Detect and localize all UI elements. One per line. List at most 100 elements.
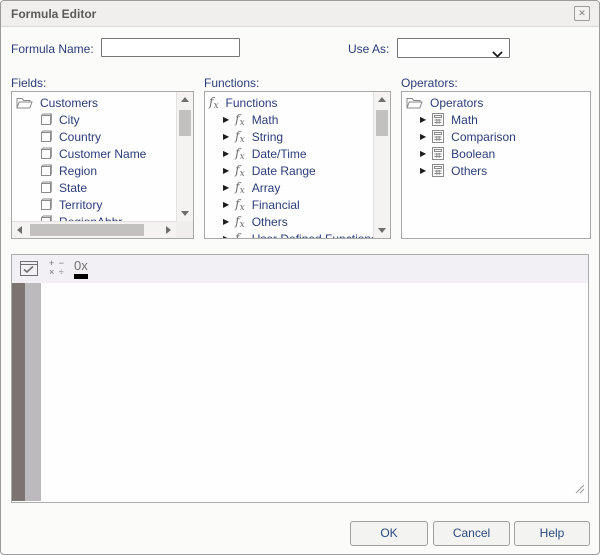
formula-input[interactable] (41, 283, 588, 502)
expand-arrow-icon[interactable]: ▶ (223, 149, 229, 158)
functions-tree-item[interactable]: ▶ fx User Defined Functions (209, 230, 373, 239)
fx-icon: fx (235, 128, 245, 145)
scroll-up-icon[interactable] (181, 97, 189, 102)
scrollbar-thumb[interactable] (30, 224, 144, 236)
fields-panel-label: Fields: (11, 76, 47, 90)
operators-tree-item[interactable]: ▶ Boolean (406, 145, 590, 162)
formula-name-label: Formula Name: (11, 42, 94, 56)
fx-icon: fx (209, 94, 219, 111)
expand-arrow-icon[interactable]: ▶ (420, 132, 426, 141)
fields-tree-item[interactable]: Region (16, 162, 176, 179)
expand-arrow-icon[interactable]: ▶ (223, 183, 229, 192)
dialog-title: Formula Editor (11, 7, 97, 21)
expand-arrow-icon[interactable]: ▶ (420, 115, 426, 124)
scroll-down-icon[interactable] (378, 228, 386, 233)
operators-tree-item[interactable]: ▶ Others (406, 162, 590, 179)
fields-tree-item[interactable]: Territory (16, 196, 176, 213)
scroll-left-icon[interactable] (17, 226, 22, 234)
functions-tree-root[interactable]: fx Functions (209, 94, 373, 111)
tree-root-label: Functions (225, 95, 278, 110)
functions-tree-item[interactable]: ▶ fx Array (209, 179, 373, 196)
fx-icon: fx (235, 145, 245, 162)
expand-arrow-icon[interactable]: ▶ (223, 234, 229, 238)
editor-toolbar: + − × ÷ 0x (12, 255, 588, 283)
fields-tree: Customers City Country Customer Name Reg… (12, 92, 176, 221)
fields-tree-item[interactable]: Customer Name (16, 145, 176, 162)
operators-tree: Operators ▶ Math ▶ Comparison ▶ Boolean … (402, 92, 590, 238)
hex-label: 0x (74, 258, 88, 273)
fx-icon: fx (235, 179, 245, 196)
tree-item-label: Comparison (451, 129, 516, 144)
operators-tree-item[interactable]: ▶ Comparison (406, 128, 590, 145)
tree-item-label: Math (251, 112, 279, 127)
scroll-up-icon[interactable] (378, 97, 386, 102)
scroll-down-icon[interactable] (181, 211, 189, 216)
expand-arrow-icon[interactable]: ▶ (223, 132, 229, 141)
tree-item-label: Others (451, 163, 488, 178)
operators-tree-item[interactable]: ▶ Math (406, 111, 590, 128)
tree-item-label: State (59, 180, 88, 195)
resize-handle-icon[interactable] (575, 481, 585, 499)
fields-horizontal-scrollbar[interactable] (12, 221, 176, 238)
use-as-select[interactable] (397, 38, 510, 58)
expand-arrow-icon[interactable]: ▶ (420, 149, 426, 158)
expand-arrow-icon[interactable]: ▶ (420, 166, 426, 175)
titlebar: Formula Editor ✕ (1, 1, 599, 27)
functions-vertical-scrollbar[interactable] (373, 92, 390, 238)
editor-body (12, 283, 588, 502)
tree-item-label: Customer Name (59, 146, 147, 161)
scrollbar-thumb[interactable] (376, 110, 388, 136)
math-operators-icon[interactable]: + − × ÷ (49, 259, 65, 277)
functions-tree-item[interactable]: ▶ fx Math (209, 111, 373, 128)
chevron-down-icon (492, 45, 503, 63)
open-folder-icon (406, 96, 423, 110)
field-column-icon (40, 147, 52, 160)
calculator-icon (432, 164, 445, 177)
functions-tree-item[interactable]: ▶ fx Date/Time (209, 145, 373, 162)
tree-item-label: Boolean (451, 146, 496, 161)
times-divide-row: × ÷ (49, 267, 65, 277)
hex-format-icon[interactable]: 0x (74, 258, 88, 279)
expand-arrow-icon[interactable]: ▶ (223, 166, 229, 175)
validate-formula-icon[interactable] (20, 261, 38, 281)
fields-tree-item[interactable]: State (16, 179, 176, 196)
tree-item-label: Territory (59, 197, 103, 212)
field-column-icon (40, 113, 52, 126)
functions-tree-items: ▶ fx Math ▶ fx String ▶ fx Date/Time ▶ f… (209, 111, 373, 239)
tree-item-label: Date/Time (251, 146, 307, 161)
tree-item-label: Financial (251, 197, 300, 212)
help-button[interactable]: Help (514, 521, 590, 546)
functions-tree-item[interactable]: ▶ fx Others (209, 213, 373, 230)
functions-tree-item[interactable]: ▶ fx String (209, 128, 373, 145)
functions-tree-item[interactable]: ▶ fx Date Range (209, 162, 373, 179)
formula-editor-area: + − × ÷ 0x (11, 254, 589, 503)
scroll-right-icon[interactable] (166, 226, 171, 234)
scrollbar-thumb[interactable] (179, 110, 191, 136)
fields-tree-root[interactable]: Customers (16, 94, 176, 111)
cancel-button[interactable]: Cancel (433, 521, 510, 546)
operators-tree-root[interactable]: Operators (406, 94, 590, 111)
functions-panel: fx Functions ▶ fx Math ▶ fx String ▶ fx … (204, 91, 391, 239)
fields-tree-item[interactable]: RegionAbbr (16, 213, 176, 221)
expand-arrow-icon[interactable]: ▶ (223, 200, 229, 209)
field-column-icon (40, 181, 52, 194)
expand-arrow-icon[interactable]: ▶ (223, 115, 229, 124)
fx-icon: fx (235, 213, 245, 230)
field-column-icon (40, 164, 52, 177)
close-icon[interactable]: ✕ (574, 6, 590, 21)
fx-icon: fx (235, 162, 245, 179)
calculator-icon (432, 113, 445, 126)
tree-item-label: String (251, 129, 284, 144)
ok-button[interactable]: OK (350, 521, 428, 546)
fields-tree-item[interactable]: City (16, 111, 176, 128)
fields-tree-items: City Country Customer Name Region State … (16, 111, 176, 221)
tree-item-label: Others (251, 214, 288, 229)
tree-item-label: User Defined Functions (252, 232, 373, 239)
functions-tree-item[interactable]: ▶ fx Financial (209, 196, 373, 213)
expand-arrow-icon[interactable]: ▶ (223, 217, 229, 226)
scrollbar-corner (176, 221, 193, 238)
fields-vertical-scrollbar[interactable] (176, 92, 193, 221)
formula-name-input[interactable] (101, 38, 240, 57)
fields-tree-item[interactable]: Country (16, 128, 176, 145)
use-as-label: Use As: (348, 42, 390, 56)
